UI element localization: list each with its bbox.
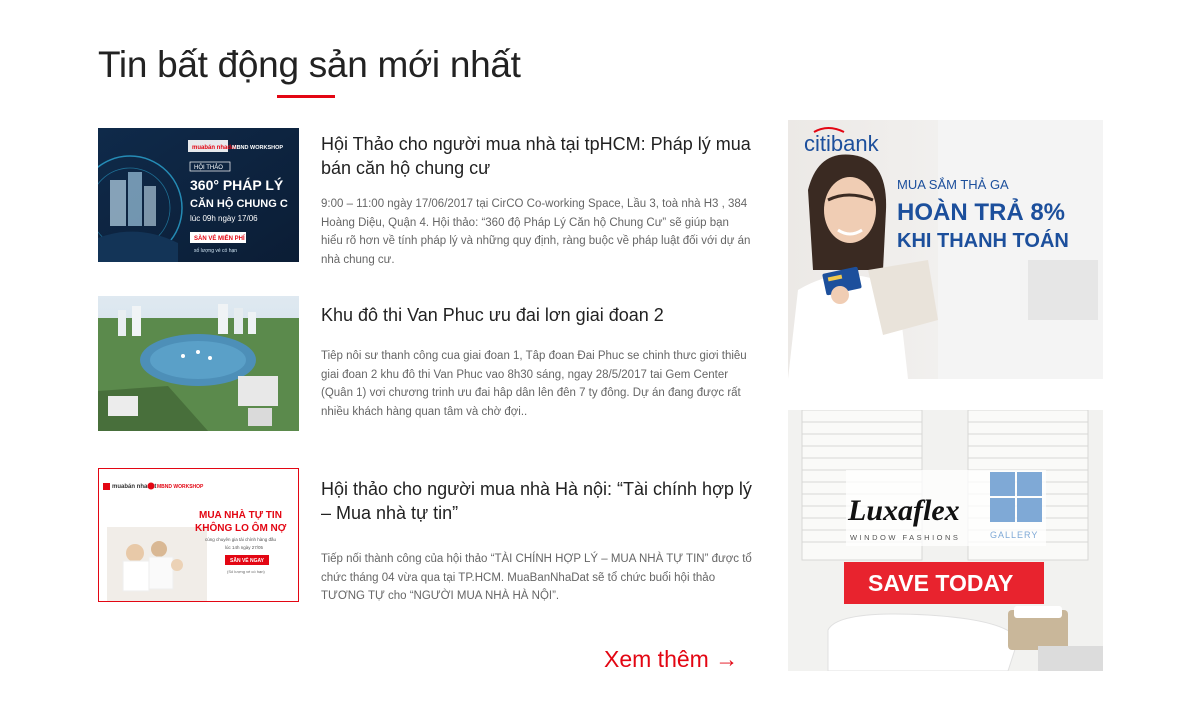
thumb-headline-1: MUA NHÀ TỰ TIN <box>199 508 282 521</box>
thumb-cta: SĂN VÉ NGAY <box>230 556 265 564</box>
article-title[interactable]: Khu đô thi Van Phuc ưu đai lơn giai đoan… <box>321 303 753 327</box>
article-thumbnail[interactable]: muabán nhadat MBND WORKSHOP HỘI THẢO 360… <box>98 128 299 262</box>
article-excerpt: 9:00 – 11:00 ngày 17/06/2017 tại CirCO C… <box>321 198 751 267</box>
thumb-time: lúc 14h ngày 27/05 <box>225 545 264 550</box>
luxaflex-logo: Luxaflex <box>847 494 960 527</box>
ad-line-1: MUA SẮM THẢ GA <box>897 177 1009 192</box>
see-more-label: Xem thêm <box>604 646 709 672</box>
thumb-sub: cùng chuyên gia tài chính hàng đầu <box>205 537 277 542</box>
article-title[interactable]: Hội Thảo cho người mua nhà tại tpHCM: Ph… <box>321 132 753 180</box>
thumb-brand: muabán nhadat <box>192 145 236 151</box>
thumb-event: HỘI THẢO <box>194 164 223 171</box>
section-title: Tin bất động sản mới nhất <box>98 44 521 85</box>
luxaflex-tagline: WINDOW FASHIONS <box>850 533 960 542</box>
see-more-link[interactable]: Xem thêm → <box>604 646 738 673</box>
ad-line-2: HOÀN TRẢ 8% <box>897 197 1065 226</box>
title-underline <box>277 95 335 98</box>
luxaflex-gallery: GALLERY <box>990 530 1038 540</box>
thumb-headline-2: CĂN HỘ CHUNG C <box>190 197 288 210</box>
thumb-cta: SÀN VÉ MIỄN PHÍ <box>194 234 245 242</box>
article-thumbnail[interactable]: muabán nhadat MBND WORKSHOP MUA NHÀ TỰ T… <box>98 468 299 602</box>
article-title[interactable]: Hội thảo cho người mua nhà Hà nội: “Tài … <box>321 477 753 525</box>
thumb-note: số lượng vé có hạn <box>194 248 237 254</box>
thumb-note: (Số lượng vé có hạn) <box>227 569 265 574</box>
save-today-label: SAVE TODAY <box>868 570 1013 596</box>
thumb-workshop: MBND WORKSHOP <box>157 484 204 490</box>
arrow-right-icon: → <box>715 646 739 672</box>
luxaflex-ad-banner[interactable]: Luxaflex WINDOW FASHIONS GALLERY SAVE TO… <box>788 410 1103 671</box>
citibank-ad-banner[interactable]: citibank MUA SẮM THẢ GA HOÀN TRẢ 8% KHI … <box>788 120 1103 379</box>
article-excerpt: Tiếp nối thành công của hội thảo “TÀI CH… <box>321 553 752 603</box>
thumb-headline-1: 360° PHÁP LÝ <box>190 176 284 193</box>
citibank-logo: citibank <box>804 131 880 156</box>
article-excerpt: Tiêp nôi sư thanh công cua giai đoan 1, … <box>321 350 747 419</box>
thumb-headline-2: KHÔNG LO ÔM NỢ <box>195 521 287 534</box>
article-thumbnail[interactable] <box>98 296 299 431</box>
thumb-workshop: MBND WORKSHOP <box>232 145 283 151</box>
ad-line-3: KHI THANH TOÁN <box>897 229 1069 252</box>
thumb-time: lúc 09h ngày 17/06 <box>190 214 258 223</box>
